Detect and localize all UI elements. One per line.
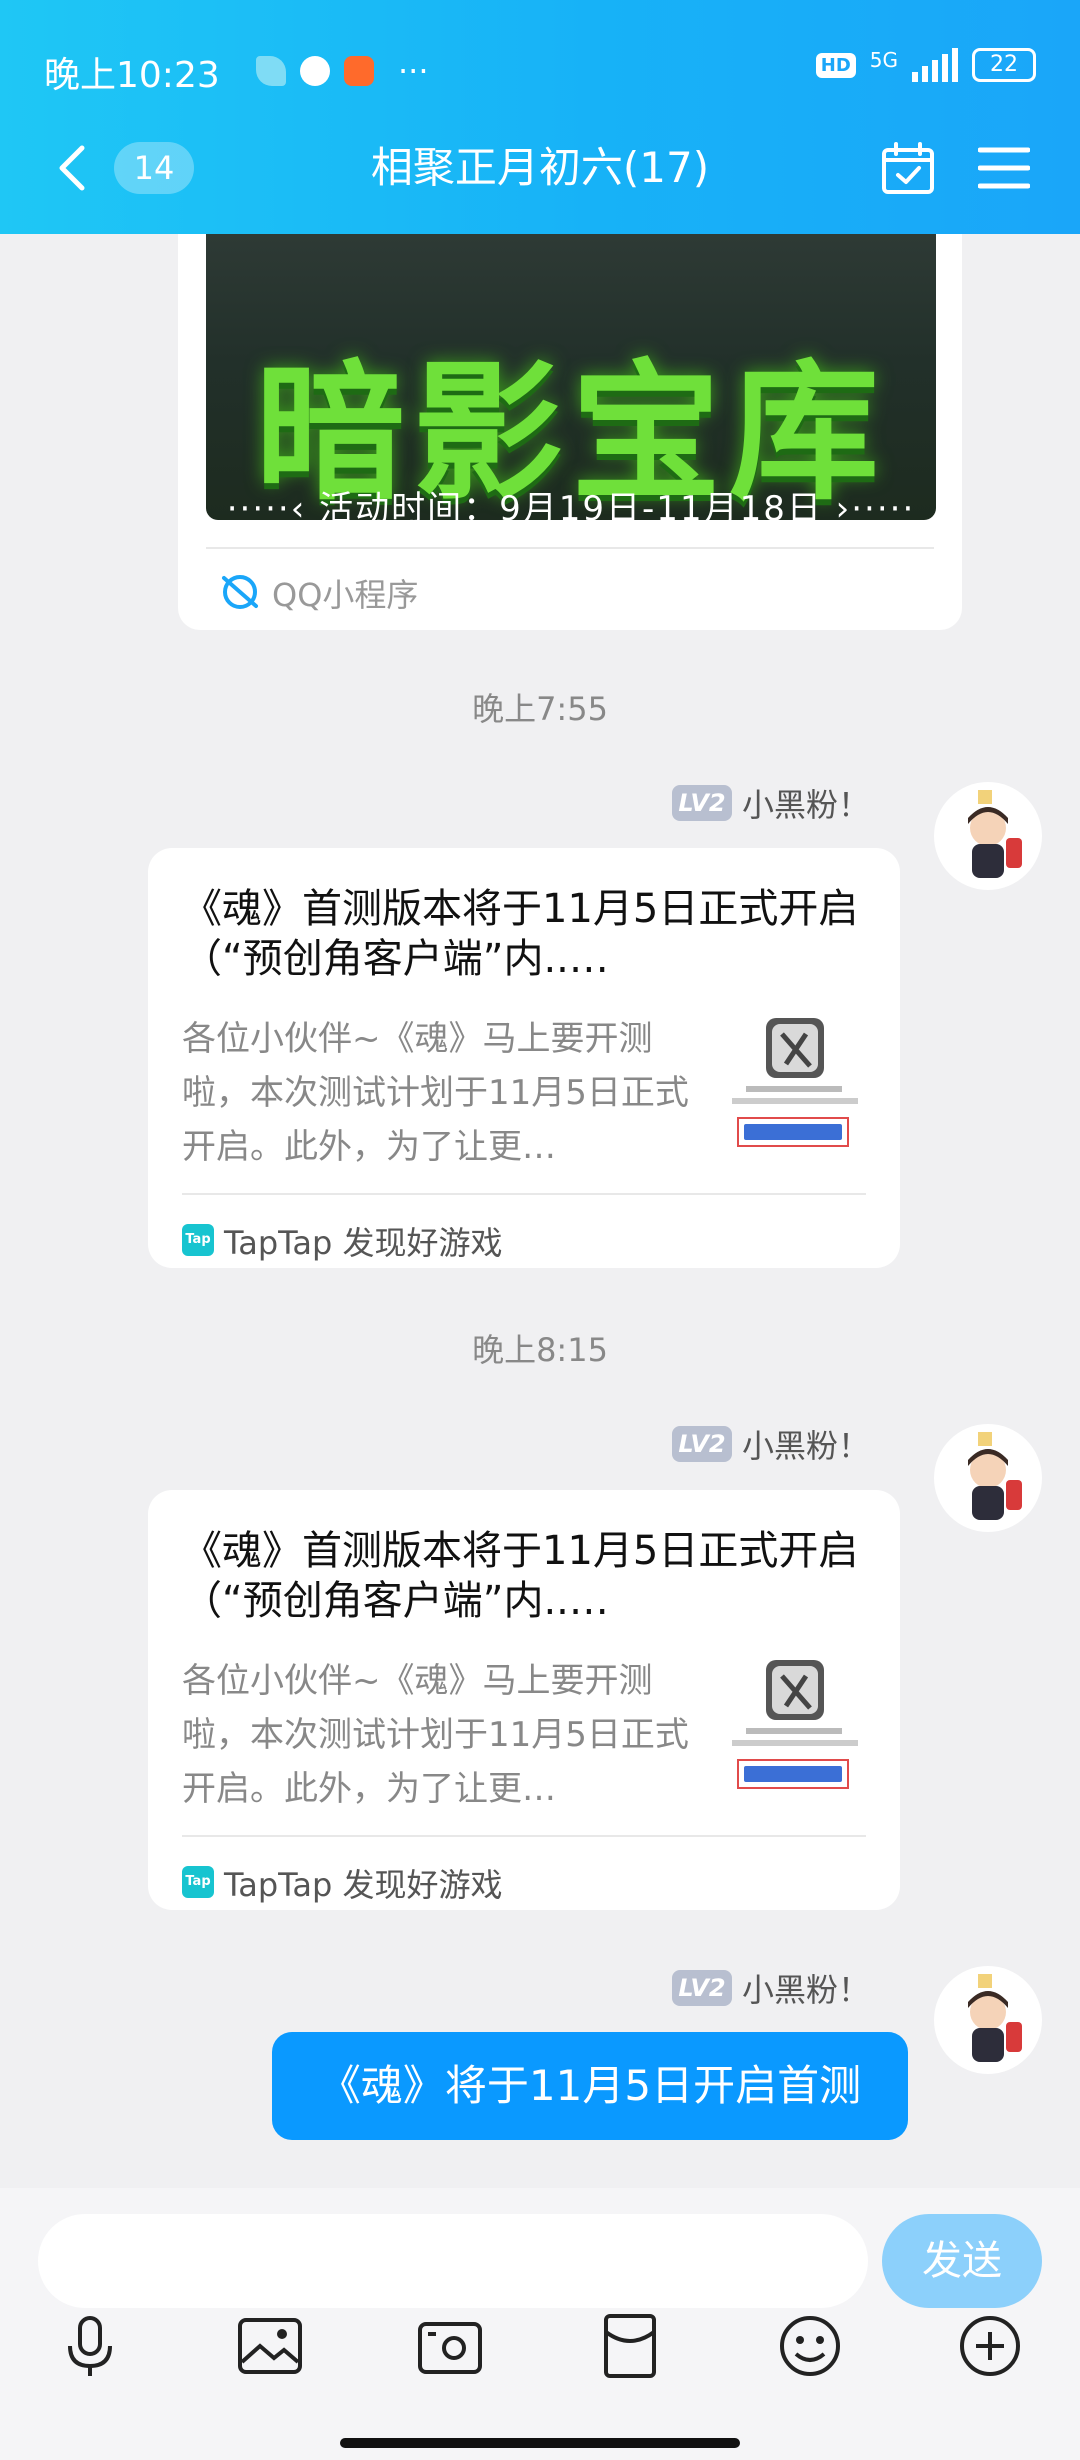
input-area: 发送 — [0, 2188, 1080, 2460]
signal-icon — [912, 48, 958, 82]
timestamp: 晚上7:55 — [472, 690, 608, 728]
share-title: 《魂》首测版本将于11月5日正式开启（“预创角客户端”内..… — [182, 1528, 859, 1624]
emoji-icon[interactable] — [774, 2310, 846, 2382]
game-controller-icon — [300, 56, 330, 86]
level-badge: LV2 — [671, 1426, 732, 1462]
share-description: 各位小伙伴~《魂》马上要开测啦，本次测试计划于11月5日正式开启。此外，为了让更… — [182, 1661, 689, 1809]
game-banner-image: 暗影宝库 ·····‹ 活动时间：9月19日-11月18日 ›····· — [206, 234, 936, 520]
message-input[interactable] — [38, 2214, 868, 2308]
share-title: 《魂》首测版本将于11月5日正式开启（“预创角客户端”内..… — [182, 886, 859, 982]
avatar[interactable] — [934, 1966, 1042, 2074]
taptap-icon: Tap — [182, 1866, 214, 1898]
sender-info: LV2 小黑粉！ — [671, 1968, 870, 2009]
divider — [182, 1193, 866, 1195]
avatar-image — [968, 1432, 1022, 1520]
share-source: TapTap 发现好游戏 — [224, 1866, 503, 1904]
level-badge: LV2 — [671, 785, 732, 821]
share-card[interactable]: 《魂》首测版本将于11月5日正式开启（“预创角客户端”内..… 各位小伙伴~《魂… — [148, 848, 900, 1268]
taptap-icon: Tap — [182, 1224, 214, 1256]
divider — [182, 1835, 866, 1837]
chat-header: 晚上10:23 ··· HD 5G 22 14 相聚正月初六(17) — [0, 0, 1080, 234]
network-label: 5G — [869, 48, 898, 72]
send-button[interactable]: 发送 — [882, 2214, 1042, 2308]
divider — [206, 547, 934, 549]
share-thumbnail — [726, 1656, 862, 1796]
home-indicator[interactable] — [340, 2438, 740, 2448]
share-description: 各位小伙伴~《魂》马上要开测啦，本次测试计划于11月5日正式开启。此外，为了让更… — [182, 1019, 689, 1167]
calendar-check-icon[interactable] — [880, 140, 936, 196]
photo-icon[interactable] — [234, 2310, 306, 2382]
status-right: HD 5G 22 — [815, 48, 1036, 82]
status-time: 晚上10:23 — [44, 55, 220, 96]
sender-name: 小黑粉！ — [741, 1971, 870, 2009]
mi-app-icon — [344, 56, 374, 86]
plus-icon[interactable] — [954, 2310, 1026, 2382]
share-source: TapTap 发现好游戏 — [224, 1224, 503, 1262]
more-notifications: ··· — [398, 52, 429, 90]
hd-badge: HD — [815, 52, 856, 78]
battery-icon: 22 — [972, 48, 1036, 82]
banner-subtitle: ·····‹ 活动时间：9月19日-11月18日 ›····· — [226, 489, 916, 520]
status-bar: 晚上10:23 ··· HD 5G 22 — [44, 40, 1036, 100]
mini-program-card[interactable]: 暗影宝库 ·····‹ 活动时间：9月19日-11月18日 ›····· QQ小… — [178, 234, 962, 630]
sender-info: LV2 小黑粉！ — [671, 783, 870, 824]
share-thumbnail — [726, 1014, 862, 1154]
share-card[interactable]: 《魂》首测版本将于11月5日正式开启（“预创角客户端”内..… 各位小伙伴~《魂… — [148, 1490, 900, 1910]
avatar[interactable] — [934, 782, 1042, 890]
mini-program-label: QQ小程序 — [272, 576, 419, 614]
qq-mini-program-icon — [222, 575, 258, 609]
sender-info: LV2 小黑粉！ — [671, 1424, 870, 1465]
text-message-bubble[interactable]: 《魂》将于11月5日开启首测 — [272, 2032, 908, 2140]
level-badge: LV2 — [671, 1970, 732, 2006]
menu-icon[interactable] — [978, 146, 1030, 190]
avatar-image — [968, 790, 1022, 878]
sender-name: 小黑粉！ — [741, 1427, 870, 1465]
microphone-icon[interactable] — [54, 2310, 126, 2382]
red-packet-icon[interactable] — [594, 2310, 666, 2382]
sender-name: 小黑粉！ — [741, 786, 870, 824]
avatar-image — [968, 1974, 1022, 2062]
leaf-icon — [256, 56, 286, 86]
nav-bar: 14 相聚正月初六(17) — [0, 138, 1080, 198]
avatar[interactable] — [934, 1424, 1042, 1532]
camera-icon[interactable] — [414, 2310, 486, 2382]
timestamp: 晚上8:15 — [472, 1331, 608, 1369]
notification-icons: ··· — [256, 52, 429, 90]
